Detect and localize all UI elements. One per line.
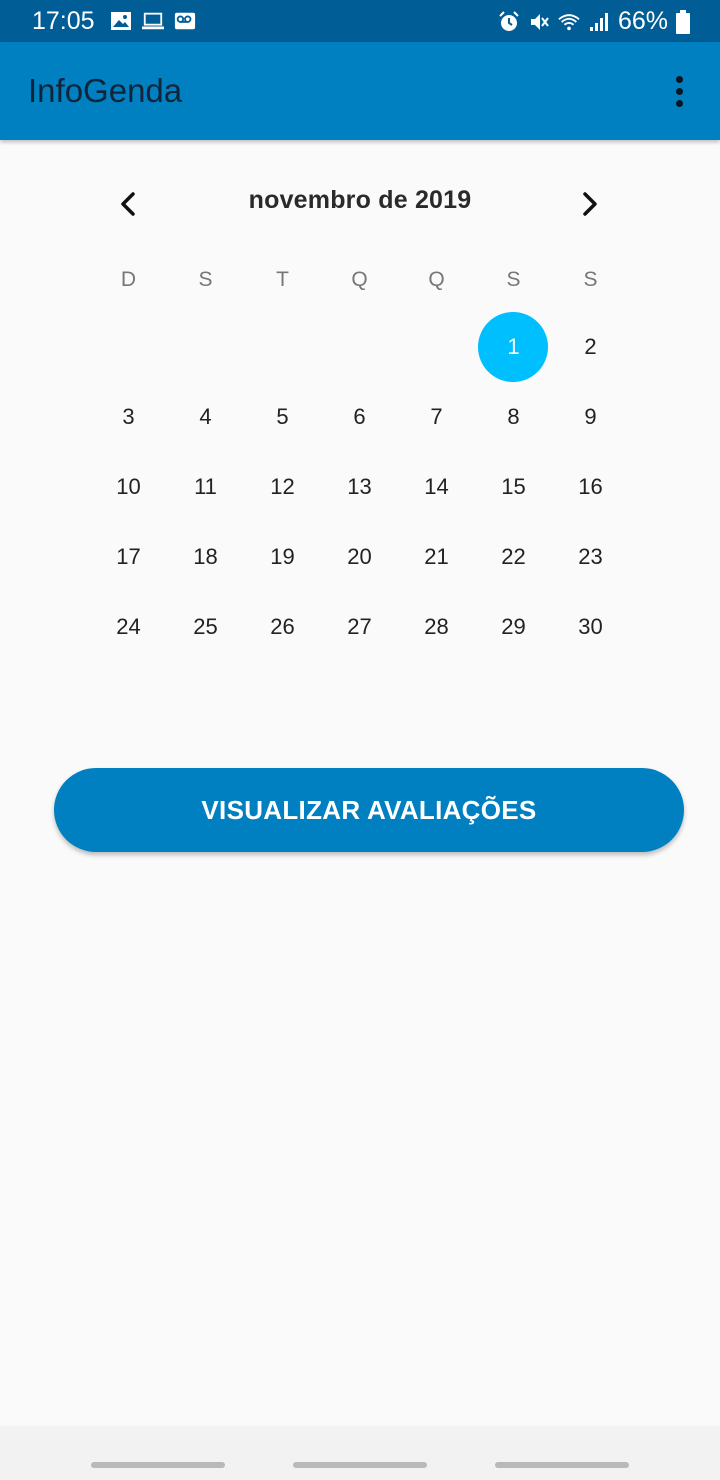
day-cell[interactable]: 27 [321,592,398,662]
nav-recents-button[interactable] [91,1462,225,1468]
status-bar: 17:05 66% [0,0,720,42]
day-cell[interactable]: 24 [90,592,167,662]
laptop-icon [142,12,164,30]
weekday-label: T [276,268,289,291]
more-vert-icon[interactable] [662,72,698,112]
chevron-right-icon[interactable] [570,184,610,224]
battery-icon [676,9,690,34]
weekday-label: S [506,268,521,291]
alarm-icon [499,10,519,31]
day-cell[interactable]: 9 [552,382,629,452]
weekday-label: S [583,268,598,291]
mute-icon [530,13,549,30]
day-cell[interactable]: 5 [244,382,321,452]
weekday-label: S [198,268,213,291]
day-cell[interactable]: 4 [167,382,244,452]
day-cell[interactable]: 7 [398,382,475,452]
nav-home-button[interactable] [293,1462,427,1468]
day-cell[interactable]: 11 [167,452,244,522]
day-cell[interactable]: 18 [167,522,244,592]
day-cell[interactable]: 19 [244,522,321,592]
wifi-icon [558,13,580,30]
day-cell[interactable]: 12 [244,452,321,522]
day-cell[interactable]: 14 [398,452,475,522]
month-label: novembro de 2019 [248,186,472,214]
day-cell[interactable]: 20 [321,522,398,592]
day-cell[interactable]: 6 [321,382,398,452]
day-cell[interactable]: 25 [167,592,244,662]
day-cell[interactable]: 17 [90,522,167,592]
signal-icon [589,12,608,31]
day-cell[interactable]: 22 [475,522,552,592]
image-icon [111,12,131,30]
weekday-label: Q [428,268,445,291]
battery-percent: 66% [617,7,668,35]
day-cell[interactable]: 23 [552,522,629,592]
view-evaluations-button[interactable]: VISUALIZAR AVALIAÇÕES [54,768,684,852]
weekday-header: D S T Q Q S S [90,268,630,298]
nav-back-button[interactable] [495,1462,629,1468]
day-cell[interactable]: 2 [552,312,629,382]
day-cell[interactable]: 26 [244,592,321,662]
day-cell[interactable]: 8 [475,382,552,452]
day-cell[interactable]: 10 [90,452,167,522]
day-cell[interactable]: 16 [552,452,629,522]
day-cell[interactable]: 13 [321,452,398,522]
status-time: 17:05 [32,7,95,35]
day-cell[interactable]: 21 [398,522,475,592]
day-cell[interactable]: 15 [475,452,552,522]
day-cell-selected[interactable]: 1 [475,312,552,382]
weekday-label: Q [351,268,368,291]
day-cell[interactable]: 3 [90,382,167,452]
app-bar: InfoGenda [0,42,720,140]
weekday-label: D [120,268,137,291]
day-cell[interactable]: 28 [398,592,475,662]
day-cell[interactable]: 29 [475,592,552,662]
app-title: InfoGenda [28,72,183,109]
day-grid: 1 2 3 4 5 6 7 8 9 10 11 12 13 14 15 16 1… [90,312,630,662]
day-cell[interactable]: 30 [552,592,629,662]
system-nav-bar [0,1426,720,1480]
voicemail-icon [174,12,196,30]
